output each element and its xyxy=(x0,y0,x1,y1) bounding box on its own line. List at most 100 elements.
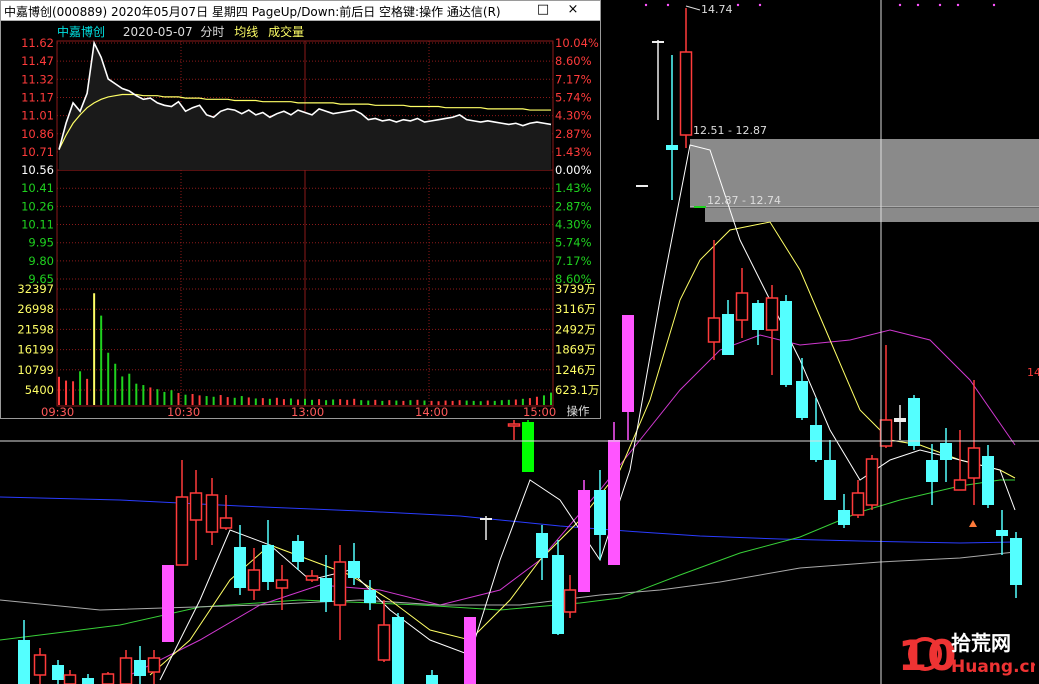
candle-body xyxy=(652,41,664,43)
candle-body xyxy=(234,547,246,588)
chart-date: 2020-05-07 xyxy=(122,25,193,39)
percent-tick-label: 7.17% xyxy=(555,72,592,86)
avg-line-legend: 均线 xyxy=(234,25,259,39)
top-dot-marker xyxy=(644,3,648,7)
price-tick-label: 10.41 xyxy=(21,181,54,195)
volume-tick-label: 21598 xyxy=(17,322,54,336)
percent-tick-label: 5.74% xyxy=(555,90,592,104)
candle-body xyxy=(364,590,376,603)
maximize-button[interactable]: □ xyxy=(533,2,553,18)
percent-tick-label: 8.60% xyxy=(555,54,592,68)
top-dot-marker xyxy=(758,3,762,7)
stock-name: 中嘉博创 xyxy=(57,25,106,39)
intraday-legend: 中嘉博创 2020-05-07 分时 均线 成交量 xyxy=(57,23,304,40)
chart-mode: 分时 xyxy=(200,25,225,39)
intraday-popup-window[interactable]: 中嘉博创(000889) 2020年05月07日 星期四 PageUp/Down… xyxy=(0,0,601,419)
candle-body xyxy=(894,418,906,422)
candle-body xyxy=(119,657,133,684)
candle-body xyxy=(536,533,548,558)
candle-body xyxy=(608,440,620,565)
candle-body xyxy=(865,458,879,506)
candle-body xyxy=(134,660,146,676)
volume-tick-label: 5400 xyxy=(25,383,54,397)
signal-triangle-icon xyxy=(969,520,977,527)
price-tick-label: 11.17 xyxy=(21,90,54,104)
watermark-sub: Huang.cn xyxy=(951,657,1035,677)
right-edge-price-label: 14 xyxy=(1027,366,1039,379)
candle-body xyxy=(333,561,347,606)
price-tick-label: 11.62 xyxy=(21,36,54,50)
candle-body xyxy=(464,617,476,684)
operate-button[interactable]: 操作 xyxy=(556,403,600,418)
price-tick-label: 10.86 xyxy=(21,127,54,141)
price-tick-label: 10.56 xyxy=(21,163,54,177)
top-dot-marker xyxy=(938,3,942,7)
candle-body xyxy=(205,494,219,533)
high-price-label: 14.74 xyxy=(701,3,733,16)
top-dot-marker xyxy=(736,3,740,7)
candle-body xyxy=(707,317,721,343)
site-watermark-logo: 10 拾荒网 Huang.cn xyxy=(898,631,1035,680)
volume-tick-label-right: 1246万 xyxy=(555,363,596,377)
percent-tick-label: 4.30% xyxy=(555,218,592,232)
top-dot-marker xyxy=(898,3,902,7)
price-tick-label: 10.11 xyxy=(21,218,54,232)
volume-tick-label-right: 3739万 xyxy=(555,282,596,296)
close-button[interactable]: × xyxy=(563,2,583,18)
time-tick-label: 10:30 xyxy=(167,405,200,418)
candle-body xyxy=(275,579,289,589)
intraday-chart[interactable]: 11.62 10.04% 11.47 8.60% 11.32 7.17% 11.17 5.74… xyxy=(1,20,600,418)
candle-body xyxy=(953,479,967,491)
candle-body xyxy=(1010,538,1022,585)
price-tick-label: 9.95 xyxy=(28,236,54,250)
candle-body xyxy=(175,496,189,566)
candle-body xyxy=(63,674,77,684)
percent-tick-label: 7.17% xyxy=(555,254,592,268)
candle-body xyxy=(426,675,438,684)
candle-body xyxy=(636,185,648,187)
candle-body xyxy=(147,657,161,673)
top-dot-marker xyxy=(992,3,996,7)
volume-tick-label: 26998 xyxy=(17,302,54,316)
candle-body xyxy=(563,589,577,613)
candle-body xyxy=(780,301,792,385)
price-tick-label: 9.80 xyxy=(28,254,54,268)
candle-body xyxy=(752,303,764,330)
candle-body xyxy=(320,578,332,602)
candle-body xyxy=(982,456,994,505)
candle-body xyxy=(722,314,734,355)
price-gap-zone-lower xyxy=(705,208,1039,222)
percent-tick-label: 5.74% xyxy=(555,236,592,250)
candle-body xyxy=(33,654,47,676)
candle-body xyxy=(247,569,261,591)
price-tick-label: 10.26 xyxy=(21,199,54,213)
percent-tick-label: 1.43% xyxy=(555,145,592,159)
popup-titlebar[interactable]: 中嘉博创(000889) 2020年05月07日 星期四 PageUp/Down… xyxy=(1,1,600,21)
candle-body xyxy=(622,315,634,412)
time-tick-label: 09:30 xyxy=(41,405,74,418)
popup-title: 中嘉博创(000889) 2020年05月07日 星期四 PageUp/Down… xyxy=(4,5,501,19)
candle-body xyxy=(578,490,590,592)
percent-tick-label: 2.87% xyxy=(555,199,592,213)
percent-tick-label: 1.43% xyxy=(555,181,592,195)
candle-body xyxy=(879,419,893,447)
candle-body xyxy=(522,422,534,472)
percent-tick-label: 2.87% xyxy=(555,127,592,141)
volume-tick-label-right: 1869万 xyxy=(555,343,596,357)
candle-body xyxy=(18,640,30,684)
candle-body xyxy=(82,678,94,684)
price-tick-label: 11.47 xyxy=(21,54,54,68)
candle-body xyxy=(765,297,779,331)
candle-body xyxy=(480,518,492,520)
price-tick-label: 11.01 xyxy=(21,109,54,123)
volume-tick-label: 10799 xyxy=(17,363,54,377)
candle-body xyxy=(162,565,174,642)
candle-body xyxy=(594,490,606,535)
candle-body xyxy=(507,423,521,427)
top-dot-marker xyxy=(666,3,670,7)
volume-tick-label-right: 623.1万 xyxy=(555,383,599,397)
candle-body xyxy=(262,545,274,582)
candle-body xyxy=(189,492,203,521)
candle-body xyxy=(377,624,391,661)
volume-legend: 成交量 xyxy=(268,25,305,39)
